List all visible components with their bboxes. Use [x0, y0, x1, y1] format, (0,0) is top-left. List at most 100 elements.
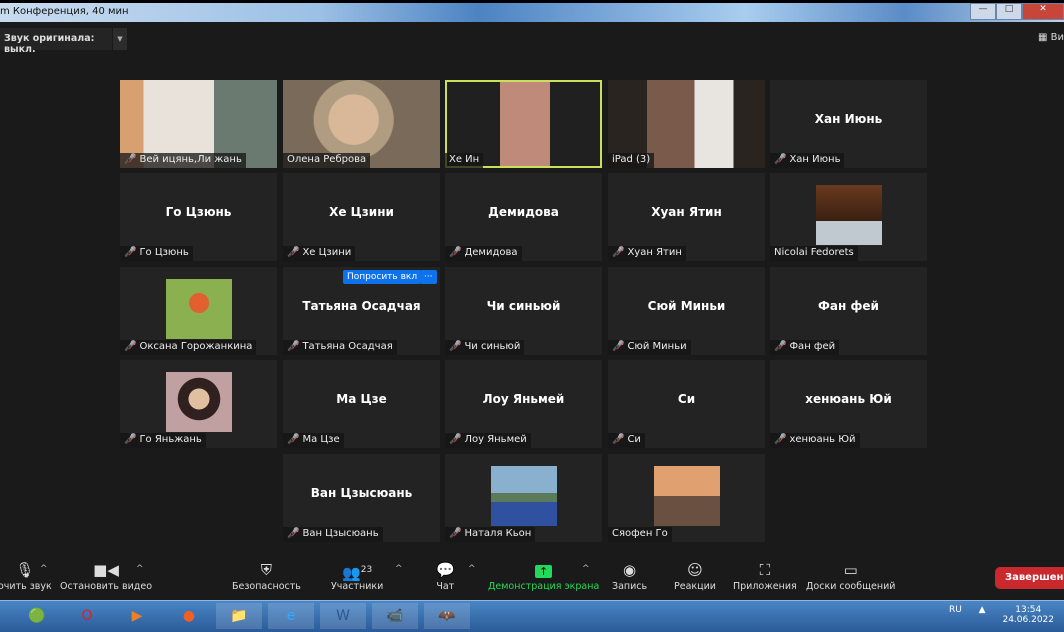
- apps-button[interactable]: ⛶ Приложения: [733, 559, 797, 592]
- firefox-icon[interactable]: ●: [166, 603, 212, 629]
- whiteboards-button[interactable]: ▭ Доски сообщений: [806, 559, 895, 592]
- internet-explorer-icon[interactable]: e: [268, 603, 314, 629]
- participant-name-center: Лоу Яньмей: [482, 392, 565, 406]
- participant-tile[interactable]: Го Цзюнь 🎤̸ Го Цзюнь: [120, 173, 277, 261]
- participant-label: 🎤̸ Го Цзюнь: [120, 246, 193, 261]
- participant-name: Nicolai Fedorets: [774, 247, 854, 258]
- chevron-up-icon[interactable]: ^: [468, 564, 476, 574]
- participant-tile[interactable]: Си 🎤̸ Си: [608, 360, 765, 448]
- chat-button[interactable]: 💬 Чат: [436, 559, 455, 592]
- participant-name: Ван Цзысюань: [302, 528, 379, 539]
- participant-tile[interactable]: Nicolai Fedorets: [770, 173, 927, 261]
- participant-name-center: Хе Цзини: [329, 205, 394, 219]
- show-hidden-icons[interactable]: ▲: [979, 605, 986, 615]
- opera-icon[interactable]: O: [64, 603, 110, 629]
- chevron-up-icon[interactable]: ^: [582, 564, 590, 574]
- minimize-button[interactable]: —: [970, 3, 996, 20]
- record-button[interactable]: ◉ Запись: [612, 559, 647, 592]
- windows-taskbar: 🟢 O ▶ ● 📁 e W 📹 🦇 RU ▲ 13:54 24.06.2022: [0, 600, 1064, 632]
- security-button[interactable]: ⛨ Безопасность: [232, 559, 301, 592]
- participant-tile[interactable]: Фан фей 🎤̸ Фан фей: [770, 267, 927, 355]
- participant-name: Хан Июнь: [789, 154, 841, 165]
- media-player-icon[interactable]: ▶: [114, 603, 160, 629]
- chevron-up-icon[interactable]: ^: [40, 564, 48, 574]
- chevron-up-icon[interactable]: ^: [395, 564, 403, 574]
- close-button[interactable]: ✕: [1022, 3, 1064, 20]
- participant-label: Олена Реброва: [283, 153, 371, 168]
- participant-name: Чи синьюй: [464, 341, 521, 352]
- participant-label: 🎤̸ Сюй Миньи: [608, 340, 691, 355]
- whiteboard-icon: ▭: [843, 561, 858, 579]
- participant-name: Фан фей: [789, 341, 836, 352]
- muted-microphone-icon: 🎤̸: [774, 154, 787, 165]
- participant-name: хенюань Юй: [789, 434, 856, 445]
- participant-tile[interactable]: 🎤̸ Го Яньжань: [120, 360, 277, 448]
- chrome-icon[interactable]: 🟢: [14, 603, 60, 629]
- muted-microphone-icon: 🎤̸: [612, 247, 625, 258]
- participant-tile[interactable]: Сюй Миньи 🎤̸ Сюй Миньи: [608, 267, 765, 355]
- participant-tile[interactable]: Сяофен Го: [608, 454, 765, 542]
- participant-name: Хе Ин: [449, 154, 480, 165]
- participant-name-center: Чи синьюй: [486, 299, 561, 313]
- participant-tile[interactable]: Хе Цзини 🎤̸ Хе Цзини: [283, 173, 440, 261]
- participant-tile[interactable]: Хуан Ятин 🎤̸ Хуан Ятин: [608, 173, 765, 261]
- participant-label: 🎤̸ Лоу Яньмей: [445, 433, 531, 448]
- muted-microphone-icon: 🎤̸: [124, 154, 137, 165]
- muted-microphone-icon: 🎤̸: [449, 434, 462, 445]
- explorer-icon[interactable]: 📁: [216, 603, 262, 629]
- chat-icon: 💬: [436, 561, 455, 579]
- participant-tile[interactable]: Ван Цзысюань 🎤̸ Ван Цзысюань: [283, 454, 440, 542]
- participant-tile[interactable]: Хе Ин: [445, 80, 602, 168]
- participant-name-center: хенюань Юй: [805, 392, 892, 406]
- participant-label: 🎤̸ Ма Цзе: [283, 433, 344, 448]
- muted-microphone-icon: 🎤̸: [449, 528, 462, 539]
- shield-icon: ⛨: [260, 561, 273, 579]
- muted-microphone-icon: 🎤̸: [774, 434, 787, 445]
- original-sound-toggle[interactable]: Звук оригинала: выкл.: [0, 28, 112, 55]
- participant-label: Сяофен Го: [608, 527, 672, 542]
- participant-tile[interactable]: 🎤̸ Наталя Кьон: [445, 454, 602, 542]
- grid-icon: ▦: [1038, 32, 1051, 43]
- muted-microphone-icon: 🎤̸: [287, 528, 300, 539]
- muted-microphone-icon: 🎤̸: [124, 247, 137, 258]
- participant-name: Демидова: [464, 247, 518, 258]
- participant-name: Вей ицянь,Ли жань: [139, 154, 242, 165]
- more-options-button[interactable]: ···: [420, 270, 437, 284]
- ask-to-unmute-button[interactable]: Попросить вкл: [343, 270, 422, 284]
- chevron-up-icon[interactable]: ^: [136, 564, 144, 574]
- participant-tile[interactable]: iPad (3): [608, 80, 765, 168]
- participant-tile[interactable]: Чи синьюй 🎤̸ Чи синьюй: [445, 267, 602, 355]
- language-indicator[interactable]: RU: [949, 605, 962, 615]
- reactions-button[interactable]: ☺ Реакции: [674, 559, 716, 592]
- participant-tile[interactable]: Олена Реброва: [283, 80, 440, 168]
- participant-label: 🎤̸ Татьяна Осадчая: [283, 340, 397, 355]
- participant-tile[interactable]: 🎤̸ Вей ицянь,Ли жань: [120, 80, 277, 168]
- participant-name: Ма Цзе: [302, 434, 340, 445]
- clock[interactable]: 13:54 24.06.2022: [1002, 605, 1054, 625]
- participant-name: Оксана Горожанкина: [139, 341, 253, 352]
- word-icon[interactable]: W: [320, 603, 366, 629]
- participant-tile[interactable]: Лоу Яньмей 🎤̸ Лоу Яньмей: [445, 360, 602, 448]
- participant-tile[interactable]: Ма Цзе 🎤̸ Ма Цзе: [283, 360, 440, 448]
- maximize-button[interactable]: □: [996, 3, 1022, 20]
- participants-button[interactable]: 👥23 Участники: [331, 559, 383, 592]
- participant-tile[interactable]: Хан Июнь 🎤̸ Хан Июнь: [770, 80, 927, 168]
- participant-tile[interactable]: Демидова 🎤̸ Демидова: [445, 173, 602, 261]
- participant-name-center: Го Цзюнь: [165, 205, 232, 219]
- window-titlebar: m Конференция, 40 мин — □ ✕: [0, 0, 1064, 22]
- participant-name-center: Демидова: [488, 205, 559, 219]
- profile-photo: [165, 372, 232, 432]
- zoom-icon[interactable]: 📹: [372, 603, 418, 629]
- participant-name: Сюй Миньи: [627, 341, 687, 352]
- participant-tile[interactable]: 🎤̸ Оксана Горожанкина: [120, 267, 277, 355]
- participant-label: 🎤̸ Ван Цзысюань: [283, 527, 383, 542]
- participant-label: 🎤̸ Хе Цзини: [283, 246, 356, 261]
- participant-name: Хе Цзини: [302, 247, 352, 258]
- view-button[interactable]: ▦ Ви: [1038, 32, 1064, 43]
- participant-tile[interactable]: хенюань Юй 🎤̸ хенюань Юй: [770, 360, 927, 448]
- end-meeting-button[interactable]: Завершение: [995, 567, 1064, 589]
- app-icon[interactable]: 🦇: [424, 603, 470, 629]
- muted-microphone-icon: 🎤̸: [612, 434, 625, 445]
- participant-name: Олена Реброва: [287, 154, 367, 165]
- caret-down-icon[interactable]: ▼: [113, 28, 127, 50]
